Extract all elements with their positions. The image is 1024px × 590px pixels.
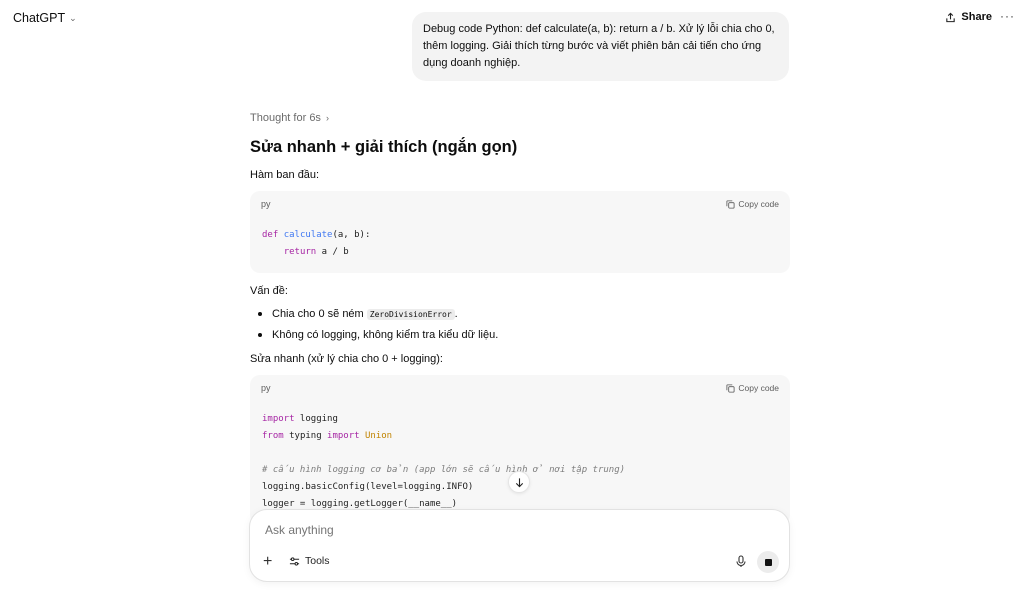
inline-code: ZeroDivisionError	[366, 309, 455, 320]
chevron-right-icon: ›	[325, 113, 329, 123]
add-attachment-button[interactable]: +	[263, 553, 272, 571]
code-content: import logging from typing import Union …	[262, 414, 626, 509]
scroll-to-bottom-button[interactable]	[508, 471, 530, 493]
code-block-original: py Copy code def calculate(a, b): return…	[250, 191, 790, 273]
microphone-icon	[736, 555, 746, 567]
code-lang-label: py	[261, 199, 271, 209]
share-label: Share	[961, 11, 992, 23]
issues-title: Vấn đề:	[250, 285, 288, 297]
stop-icon	[764, 558, 772, 566]
stop-generating-button[interactable]	[757, 551, 779, 573]
copy-code-button[interactable]: Copy code	[726, 199, 779, 209]
prompt-input[interactable]	[265, 523, 765, 537]
app-title: ChatGPT	[13, 11, 66, 25]
more-options-icon[interactable]: ···	[1000, 9, 1015, 23]
code-content: def calculate(a, b): return a / b	[262, 230, 371, 257]
sliders-icon	[289, 556, 300, 566]
copy-icon	[726, 383, 735, 393]
list-item: Không có logging, không kiểm tra kiểu dữ…	[250, 325, 790, 345]
chevron-down-icon: ⌄	[69, 12, 77, 23]
dictate-button[interactable]	[735, 555, 747, 573]
code-block-fixed: py Copy code import logging from typing …	[250, 375, 790, 525]
tools-label: Tools	[305, 555, 330, 567]
response-heading: Sửa nhanh + giải thích (ngắn gọn)	[250, 138, 518, 156]
fix-title: Sửa nhanh (xử lý chia cho 0 + logging):	[250, 353, 443, 365]
user-message: Debug code Python: def calculate(a, b): …	[412, 12, 789, 81]
share-button[interactable]: Share	[945, 11, 992, 23]
thought-toggle[interactable]: Thought for 6s ›	[250, 110, 790, 126]
tools-button[interactable]: Tools	[289, 555, 330, 567]
intro-text: Hàm ban đầu:	[250, 169, 320, 181]
arrow-down-icon	[515, 477, 523, 487]
share-icon	[946, 12, 956, 22]
list-item: Chia cho 0 sẽ ném ZeroDivisionError.	[250, 304, 790, 325]
copy-code-button[interactable]: Copy code	[726, 383, 779, 393]
model-selector[interactable]: ChatGPT ⌄	[13, 11, 77, 25]
assistant-message: Thought for 6s › Sửa nhanh + giải thích …	[250, 110, 790, 525]
composer: + Tools	[249, 509, 790, 582]
copy-icon	[726, 199, 735, 209]
issues-list: Chia cho 0 sẽ ném ZeroDivisionError. Khô…	[250, 304, 790, 345]
code-lang-label: py	[261, 383, 271, 393]
thought-label: Thought for 6s	[250, 112, 321, 124]
